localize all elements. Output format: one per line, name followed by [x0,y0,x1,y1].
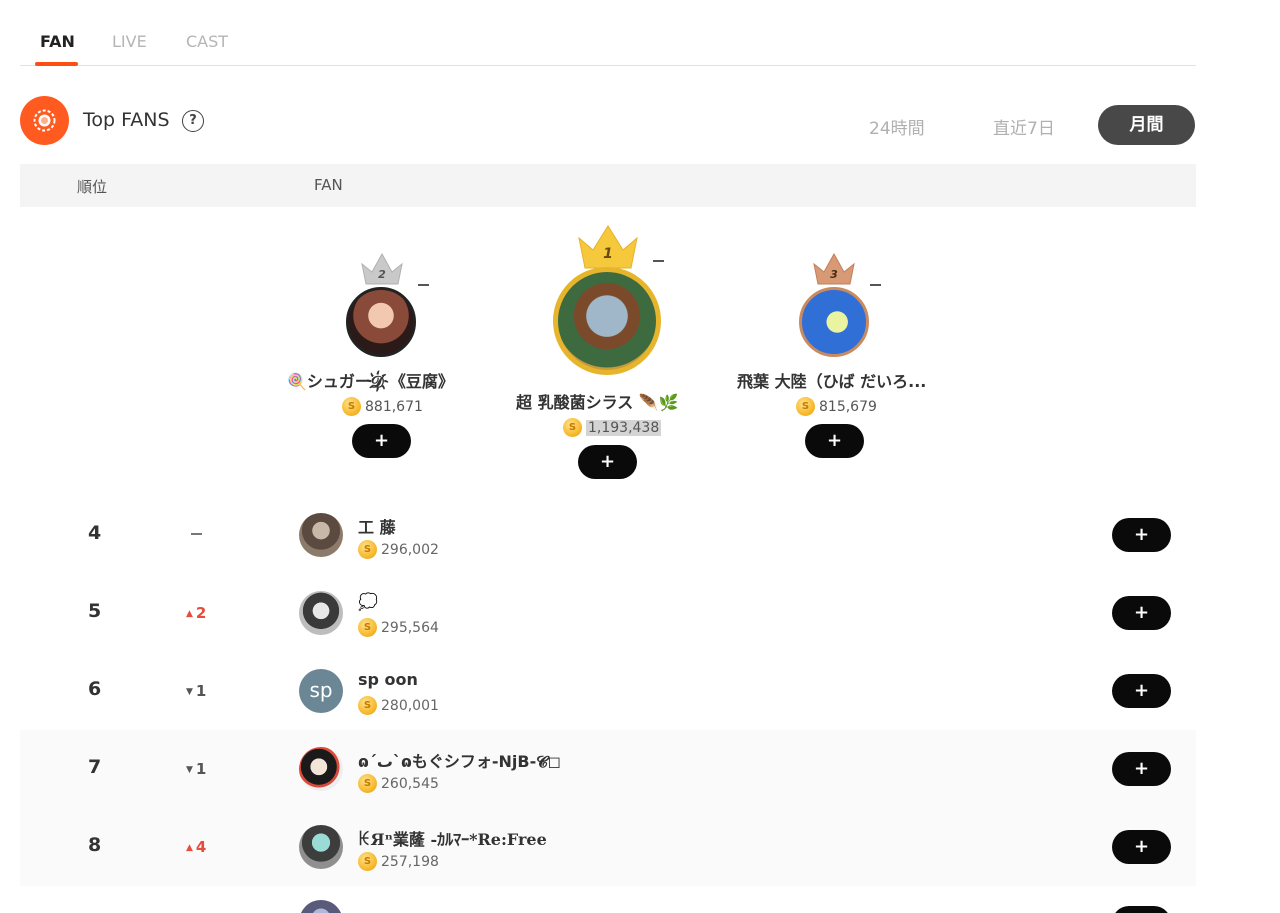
fan-name: sp oon [358,670,418,689]
table-header: 順位 FAN [20,164,1196,207]
avatar[interactable] [299,747,343,791]
arrow-down-icon: ▼ [186,686,193,697]
avatar[interactable] [553,267,661,375]
rank-number: 4 [88,522,102,544]
coin-count: 815,679 [796,397,877,416]
avatar[interactable] [799,287,869,357]
badge-icon [20,96,69,145]
avatar[interactable] [299,900,343,913]
coin-icon [358,774,377,793]
fan-name: ꀘЯⁿ業蕯 -ｶﾙﾏｰ*Re:Free [358,830,547,849]
add-fan-button[interactable]: + [578,445,637,479]
period-monthly[interactable]: 月間 [1098,105,1195,145]
fan-name: 工 藤 [358,518,396,537]
coin-count: 881,671 [342,397,423,416]
fan-name: 💭 [358,592,378,611]
rank-change-none [870,284,881,286]
rank-change-none [418,284,429,286]
podium-name: 超 乳酸菌シラス 🪶🌿 [516,393,679,412]
add-fan-button[interactable]: + [1112,752,1171,786]
avatar[interactable] [346,287,416,357]
table-row: 5 ▲2 💭 295,564 + [20,574,1196,652]
column-header-rank: 順位 [77,178,108,196]
coin-count: 295,564 [358,618,439,637]
tab-live[interactable]: LIVE [112,32,147,51]
rank-number: 5 [88,600,102,622]
rank-change-down: ▼ 1 [186,760,207,778]
rank-change-down: ▼ 1 [186,682,207,700]
add-fan-button[interactable]: + [1112,830,1171,864]
crown-rank-number: 2 [378,268,386,281]
add-fan-button[interactable]: + [1112,596,1171,630]
coin-icon [358,852,377,871]
rank-number: 7 [88,756,102,778]
add-fan-button[interactable]: + [352,424,411,458]
rank-number: 6 [88,678,102,700]
question-circle-icon[interactable]: ? [182,110,204,132]
coin-icon [358,618,377,637]
period-7d[interactable]: 直近7日 [993,114,1055,139]
avatar[interactable] [299,591,343,635]
coin-count: 260,545 [358,774,439,793]
add-fan-button[interactable]: + [805,424,864,458]
rank-change-none [653,260,664,262]
coin-icon [358,540,377,559]
table-row: 7 ▼1 ɷ´ٮ`ɷもぐシフォ-NjB-𝓒◻︎ 260,545 + [20,730,1196,808]
podium-name: 飛葉 大陸（ひば だいろ... [737,372,927,391]
rank-number: 8 [88,834,102,856]
silver-crown-icon: 2 [361,252,403,285]
table-row: + [20,886,1196,913]
arrow-down-icon: ▼ [186,764,193,775]
avatar[interactable] [299,825,343,869]
rank-change-up: ▲ 4 [186,838,207,856]
arrow-up-icon: ▲ [186,608,193,619]
active-tab-indicator [35,62,78,66]
tab-cast[interactable]: CAST [186,32,228,51]
podium-name: 🍭シュガー𝓓҉《豆腐》 [287,372,454,391]
tab-bar: FAN LIVE CAST [20,0,1196,66]
column-header-fan: FAN [314,176,343,194]
coin-count: 280,001 [358,696,439,715]
coin-icon [563,418,582,437]
coin-icon [796,397,815,416]
table-row: 4 工 藤 296,002 + [20,496,1196,574]
bronze-crown-icon: 3 [813,252,855,285]
coin-icon [342,397,361,416]
crown-rank-number: 3 [830,268,838,281]
crown-rank-number: 1 [603,246,613,262]
coin-count: 1,193,438 [563,418,662,437]
coin-count: 296,002 [358,540,439,559]
gold-crown-icon: 1 [578,225,638,269]
fan-name: ɷ´ٮ`ɷもぐシフォ-NjB-𝓒◻︎ [358,752,561,771]
add-fan-button[interactable]: + [1112,518,1171,552]
section-title: Top FANS [83,109,170,131]
rank-change-up: ▲ 2 [186,604,207,622]
table-row: 6 ▼1 sp sp oon 280,001 + [20,652,1196,730]
rank-change-none [191,533,202,535]
table-row: 8 ▲4 ꀘЯⁿ業蕯 -ｶﾙﾏｰ*Re:Free 257,198 + [20,808,1196,886]
avatar[interactable]: sp [299,669,343,713]
avatar[interactable] [299,513,343,557]
add-fan-button[interactable]: + [1112,674,1171,708]
arrow-up-icon: ▲ [186,842,193,853]
tab-fan[interactable]: FAN [40,32,75,51]
add-fan-button[interactable]: + [1112,906,1171,913]
coin-count: 257,198 [358,852,439,871]
coin-icon [358,696,377,715]
period-24h[interactable]: 24時間 [869,114,925,139]
